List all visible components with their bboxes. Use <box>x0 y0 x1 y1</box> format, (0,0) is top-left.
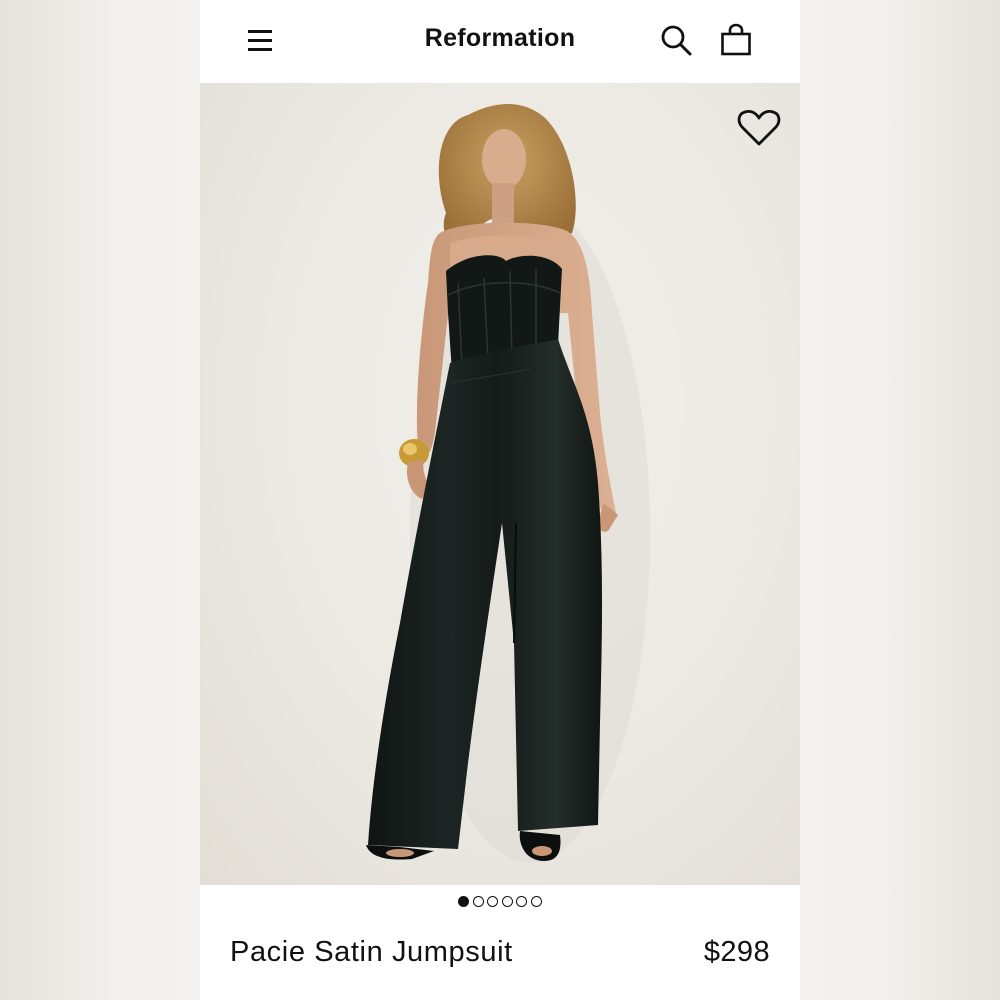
product-image-gallery[interactable] <box>200 83 800 885</box>
menu-button[interactable] <box>246 27 276 53</box>
pagination-dot-2[interactable] <box>472 896 484 907</box>
image-pagination <box>200 896 800 912</box>
product-photo <box>366 103 650 863</box>
pagination-dot-6[interactable] <box>530 896 542 907</box>
pagination-dot-4[interactable] <box>501 896 513 907</box>
hamburger-menu-icon-line <box>248 48 272 51</box>
pagination-dot-3[interactable] <box>487 896 499 907</box>
product-price: $298 <box>703 936 770 968</box>
hamburger-menu-icon <box>248 30 272 33</box>
heart-icon <box>737 109 781 146</box>
wishlist-button[interactable] <box>736 108 782 148</box>
hamburger-menu-icon-line <box>248 39 272 42</box>
product-page: Reformation Pacie Satin Jumpsuit $298 <box>200 0 800 1000</box>
pagination-dot-5[interactable] <box>516 896 528 907</box>
cart-button[interactable] <box>718 22 754 58</box>
shopping-bag-icon <box>721 23 751 56</box>
search-button[interactable] <box>658 22 694 58</box>
search-icon <box>661 25 692 56</box>
top-header: Reformation <box>200 0 800 83</box>
pagination-dot-1[interactable] <box>458 896 470 907</box>
product-name: Pacie Satin Jumpsuit <box>230 936 513 968</box>
brand-logo[interactable]: Reformation <box>200 24 800 53</box>
